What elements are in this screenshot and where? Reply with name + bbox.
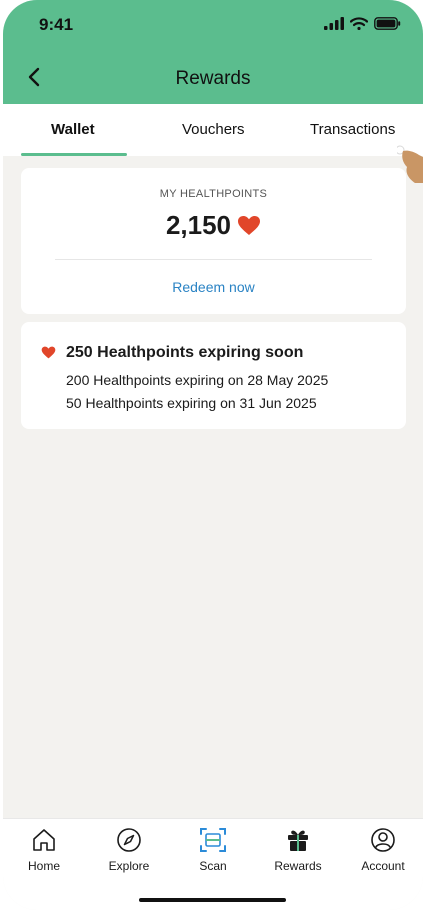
compass-icon — [117, 828, 141, 852]
nav-label: Account — [361, 859, 405, 873]
tab-bar: Wallet Vouchers Transactions — [3, 104, 423, 156]
expiring-title: 250 Healthpoints expiring soon — [66, 344, 304, 361]
app-header: 9:41 Rewards — [3, 0, 423, 104]
healthpoints-card: MY HEALTHPOINTS 2,150 Redeem now — [21, 168, 406, 314]
phone-screen: 9:41 Rewards Wallet Vouchers Transaction… — [3, 0, 423, 910]
healthpoints-value: 2,150 — [165, 210, 232, 240]
page-title: Rewards — [175, 68, 251, 89]
home-indicator — [139, 898, 286, 902]
nav-account[interactable]: Account — [343, 827, 423, 873]
nav-label: Scan — [199, 859, 227, 873]
tab-wallet[interactable]: Wallet — [51, 121, 95, 138]
nav-label: Rewards — [274, 859, 322, 873]
cellular-signal-icon — [324, 17, 344, 30]
nav-label: Home — [27, 859, 60, 873]
scan-icon — [200, 828, 226, 852]
status-time: 9:41 — [39, 15, 74, 34]
status-icons — [324, 17, 401, 30]
healthpoints-value-row: 2,150 — [21, 210, 406, 241]
divider — [55, 259, 372, 260]
expiring-line: 200 Healthpoints expiring on 28 May 2025 — [66, 372, 329, 388]
heart-icon — [41, 346, 56, 359]
nav-home[interactable]: Home — [4, 827, 84, 873]
tab-vouchers[interactable]: Vouchers — [182, 121, 245, 138]
tab-transactions[interactable]: Transactions — [310, 121, 395, 138]
active-tab-indicator — [21, 153, 127, 156]
heart-icon — [238, 216, 261, 235]
bottom-navigation: Home Explore Scan Rewards Account — [3, 818, 423, 910]
expiring-points-card: 250 Healthpoints expiring soon 200 Healt… — [21, 322, 406, 429]
battery-icon — [374, 17, 401, 30]
healthpoints-label: MY HEALTHPOINTS — [159, 188, 268, 200]
nav-explore[interactable]: Explore — [89, 827, 169, 873]
expiring-line: 50 Healthpoints expiring on 31 Jun 2025 — [66, 395, 317, 411]
nav-rewards[interactable]: Rewards — [258, 827, 338, 873]
home-icon — [33, 829, 55, 851]
nav-scan[interactable]: Scan — [173, 827, 253, 873]
nav-label: Explore — [108, 859, 150, 873]
gift-icon — [288, 830, 308, 851]
redeem-now-link[interactable]: Redeem now — [21, 279, 406, 295]
wifi-icon — [350, 17, 368, 30]
account-icon — [371, 828, 395, 852]
